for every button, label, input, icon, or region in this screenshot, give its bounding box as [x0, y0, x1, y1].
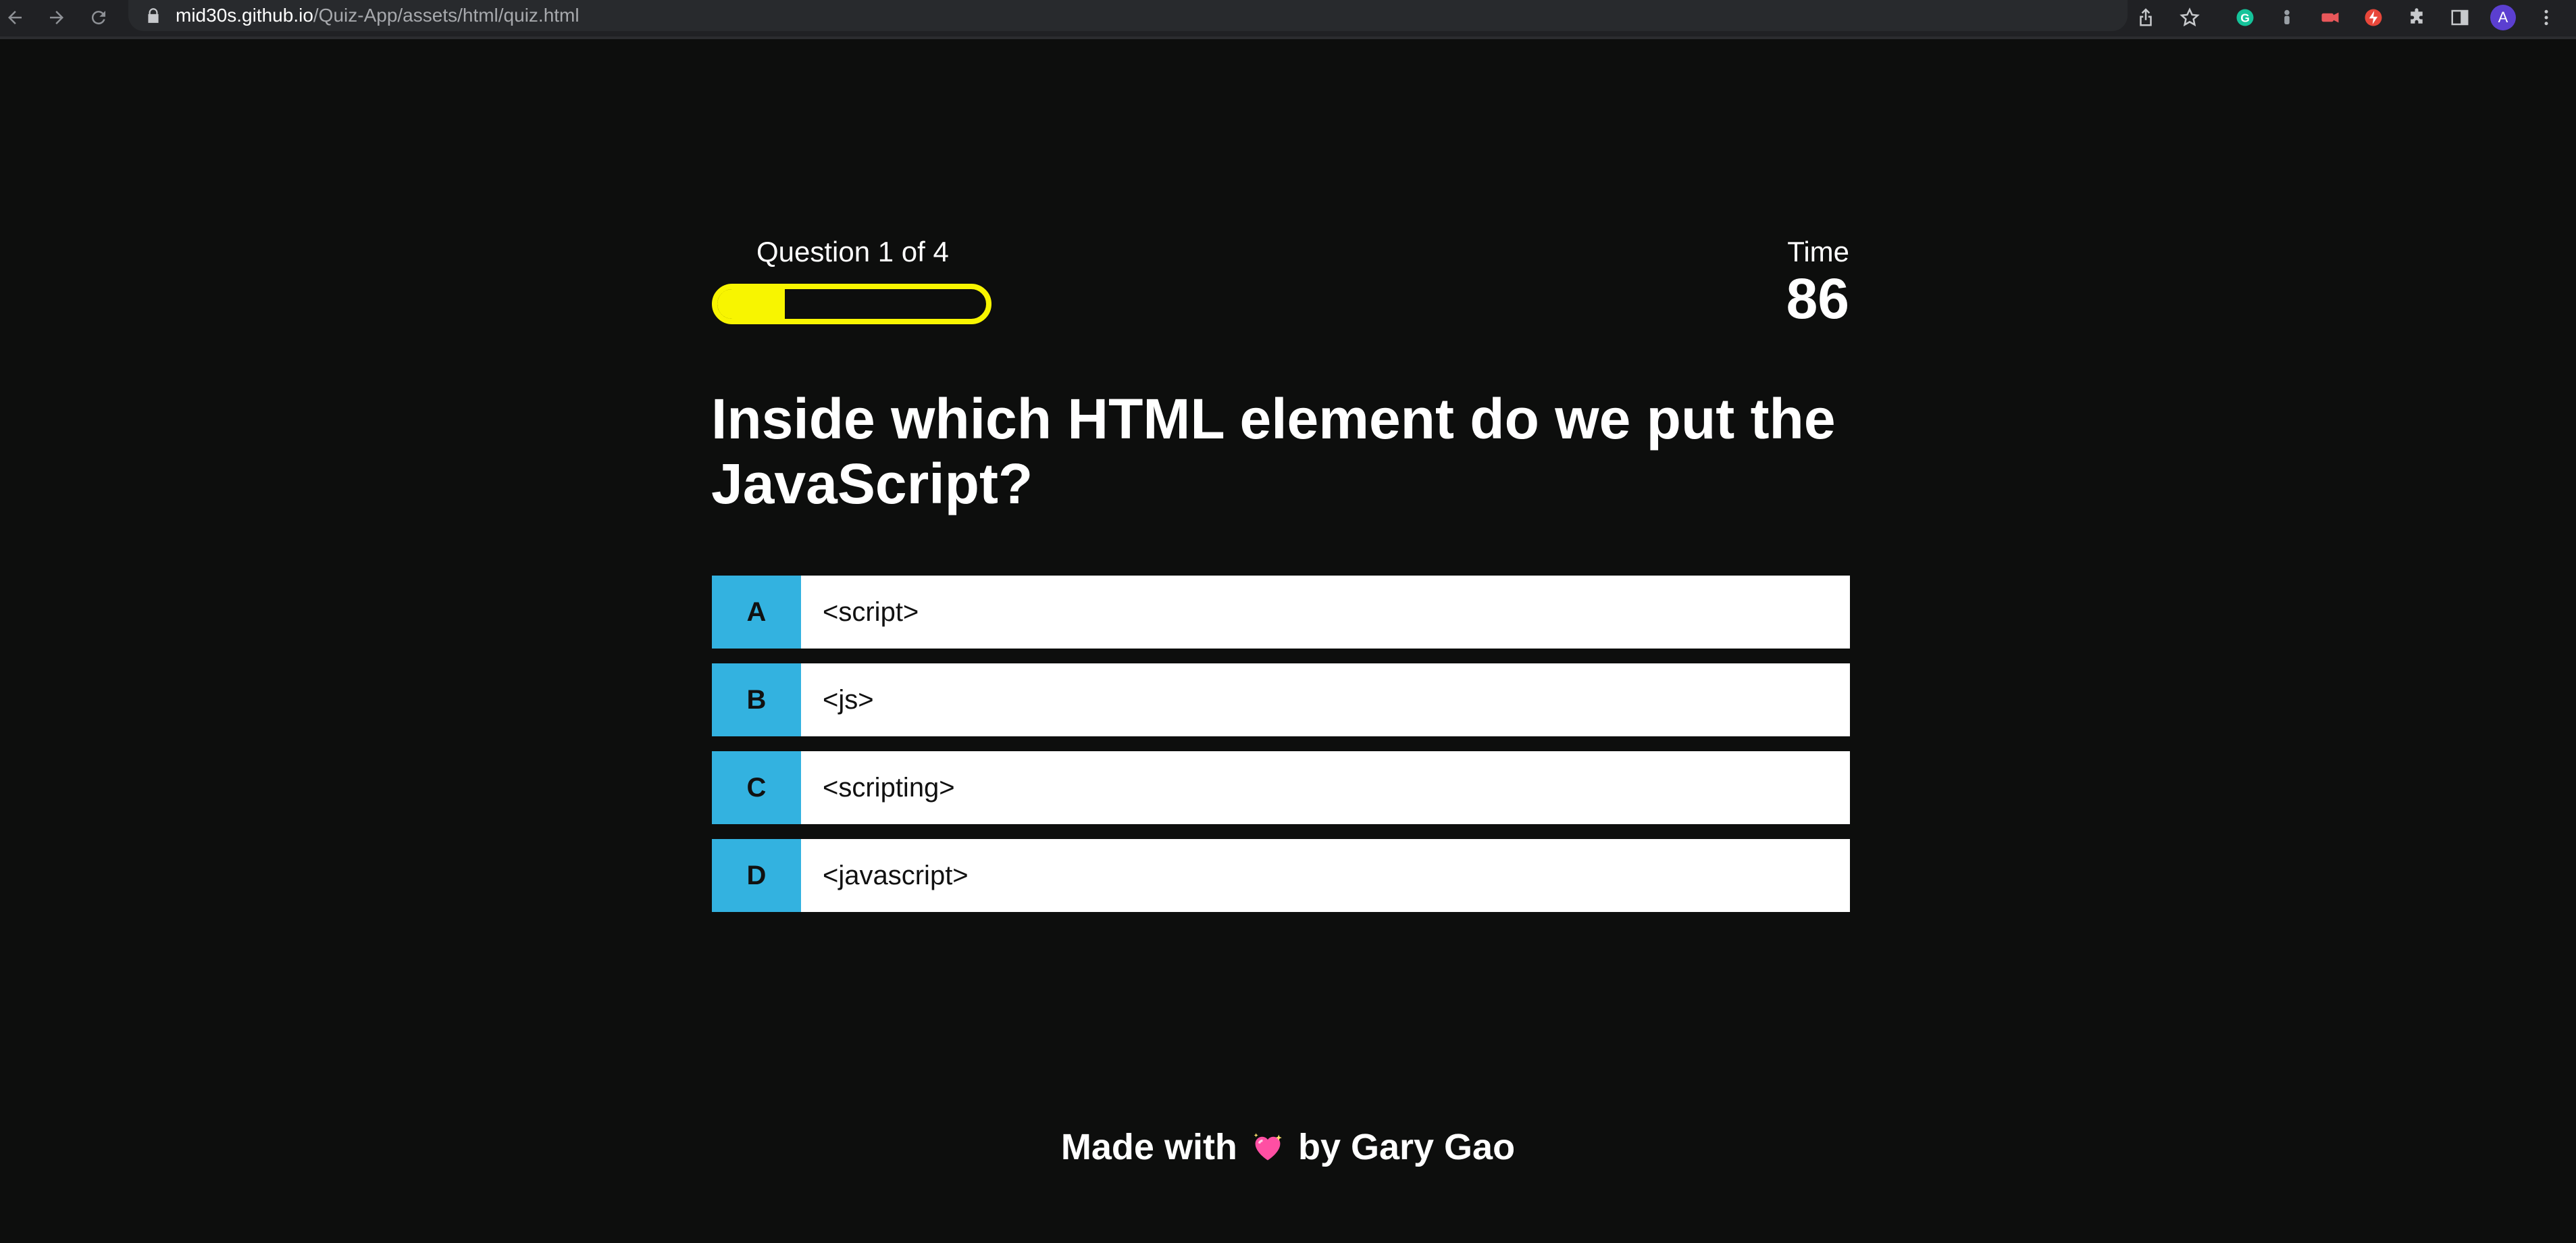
side-panel-icon[interactable]	[2445, 3, 2475, 32]
choice-text[interactable]: <js>	[801, 663, 1850, 736]
choice-c[interactable]: C <scripting>	[712, 751, 1850, 824]
choice-text[interactable]: <scripting>	[801, 751, 1850, 824]
choice-text[interactable]: <script>	[801, 576, 1850, 649]
svg-text:G: G	[2240, 11, 2250, 24]
choice-prefix[interactable]: A	[712, 576, 801, 649]
extension-icon[interactable]	[2359, 3, 2388, 32]
forward-arrow-icon[interactable]	[42, 3, 72, 32]
extension-icon[interactable]	[2315, 3, 2345, 32]
progress-bar-fill	[717, 289, 785, 319]
progress-text: Question 1 of 4	[756, 236, 949, 268]
choice-d[interactable]: D <javascript>	[712, 839, 1850, 912]
time-remaining: 86	[1786, 267, 1849, 330]
reload-icon[interactable]	[84, 3, 113, 32]
lock-icon[interactable]	[145, 7, 162, 24]
choice-text[interactable]: <javascript>	[801, 839, 1850, 912]
share-icon[interactable]	[2131, 3, 2161, 32]
sparkling-heart-icon	[1250, 1128, 1285, 1163]
choice-a[interactable]: A <script>	[712, 576, 1850, 649]
url-path: /Quiz-App/assets/html/quiz.html	[313, 5, 579, 26]
browser-toolbar: mid30s.github.io/Quiz-App/assets/html/qu…	[0, 0, 2576, 39]
extension-icon[interactable]	[2272, 3, 2302, 32]
progress-bar	[712, 284, 991, 324]
time-label: Time	[1787, 236, 1849, 268]
choice-prefix[interactable]: D	[712, 839, 801, 912]
choice-list: A <script> B <js> C <scripting> D <javas…	[712, 576, 1850, 927]
question-text: Inside which HTML element do we put the …	[711, 387, 1836, 515]
url-text[interactable]: mid30s.github.io/Quiz-App/assets/html/qu…	[176, 3, 579, 28]
choice-b[interactable]: B <js>	[712, 663, 1850, 736]
grammarly-icon[interactable]: G	[2230, 3, 2260, 32]
extensions-puzzle-icon[interactable]	[2402, 3, 2431, 32]
avatar: A	[2490, 5, 2516, 30]
choice-prefix[interactable]: C	[712, 751, 801, 824]
footer-credit: Made with by Gary Gao	[0, 1123, 2576, 1171]
star-icon[interactable]	[2175, 3, 2205, 32]
footer-text-before: Made with	[1060, 1127, 1237, 1167]
profile-avatar[interactable]: A	[2488, 3, 2518, 32]
back-arrow-icon[interactable]	[0, 3, 30, 32]
url-host: mid30s.github.io	[176, 5, 313, 26]
address-bar[interactable]: mid30s.github.io/Quiz-App/assets/html/qu…	[128, 0, 2128, 31]
footer-text-after: by Gary Gao	[1297, 1127, 1516, 1167]
choice-prefix[interactable]: B	[712, 663, 801, 736]
more-menu-icon[interactable]	[2531, 3, 2561, 32]
